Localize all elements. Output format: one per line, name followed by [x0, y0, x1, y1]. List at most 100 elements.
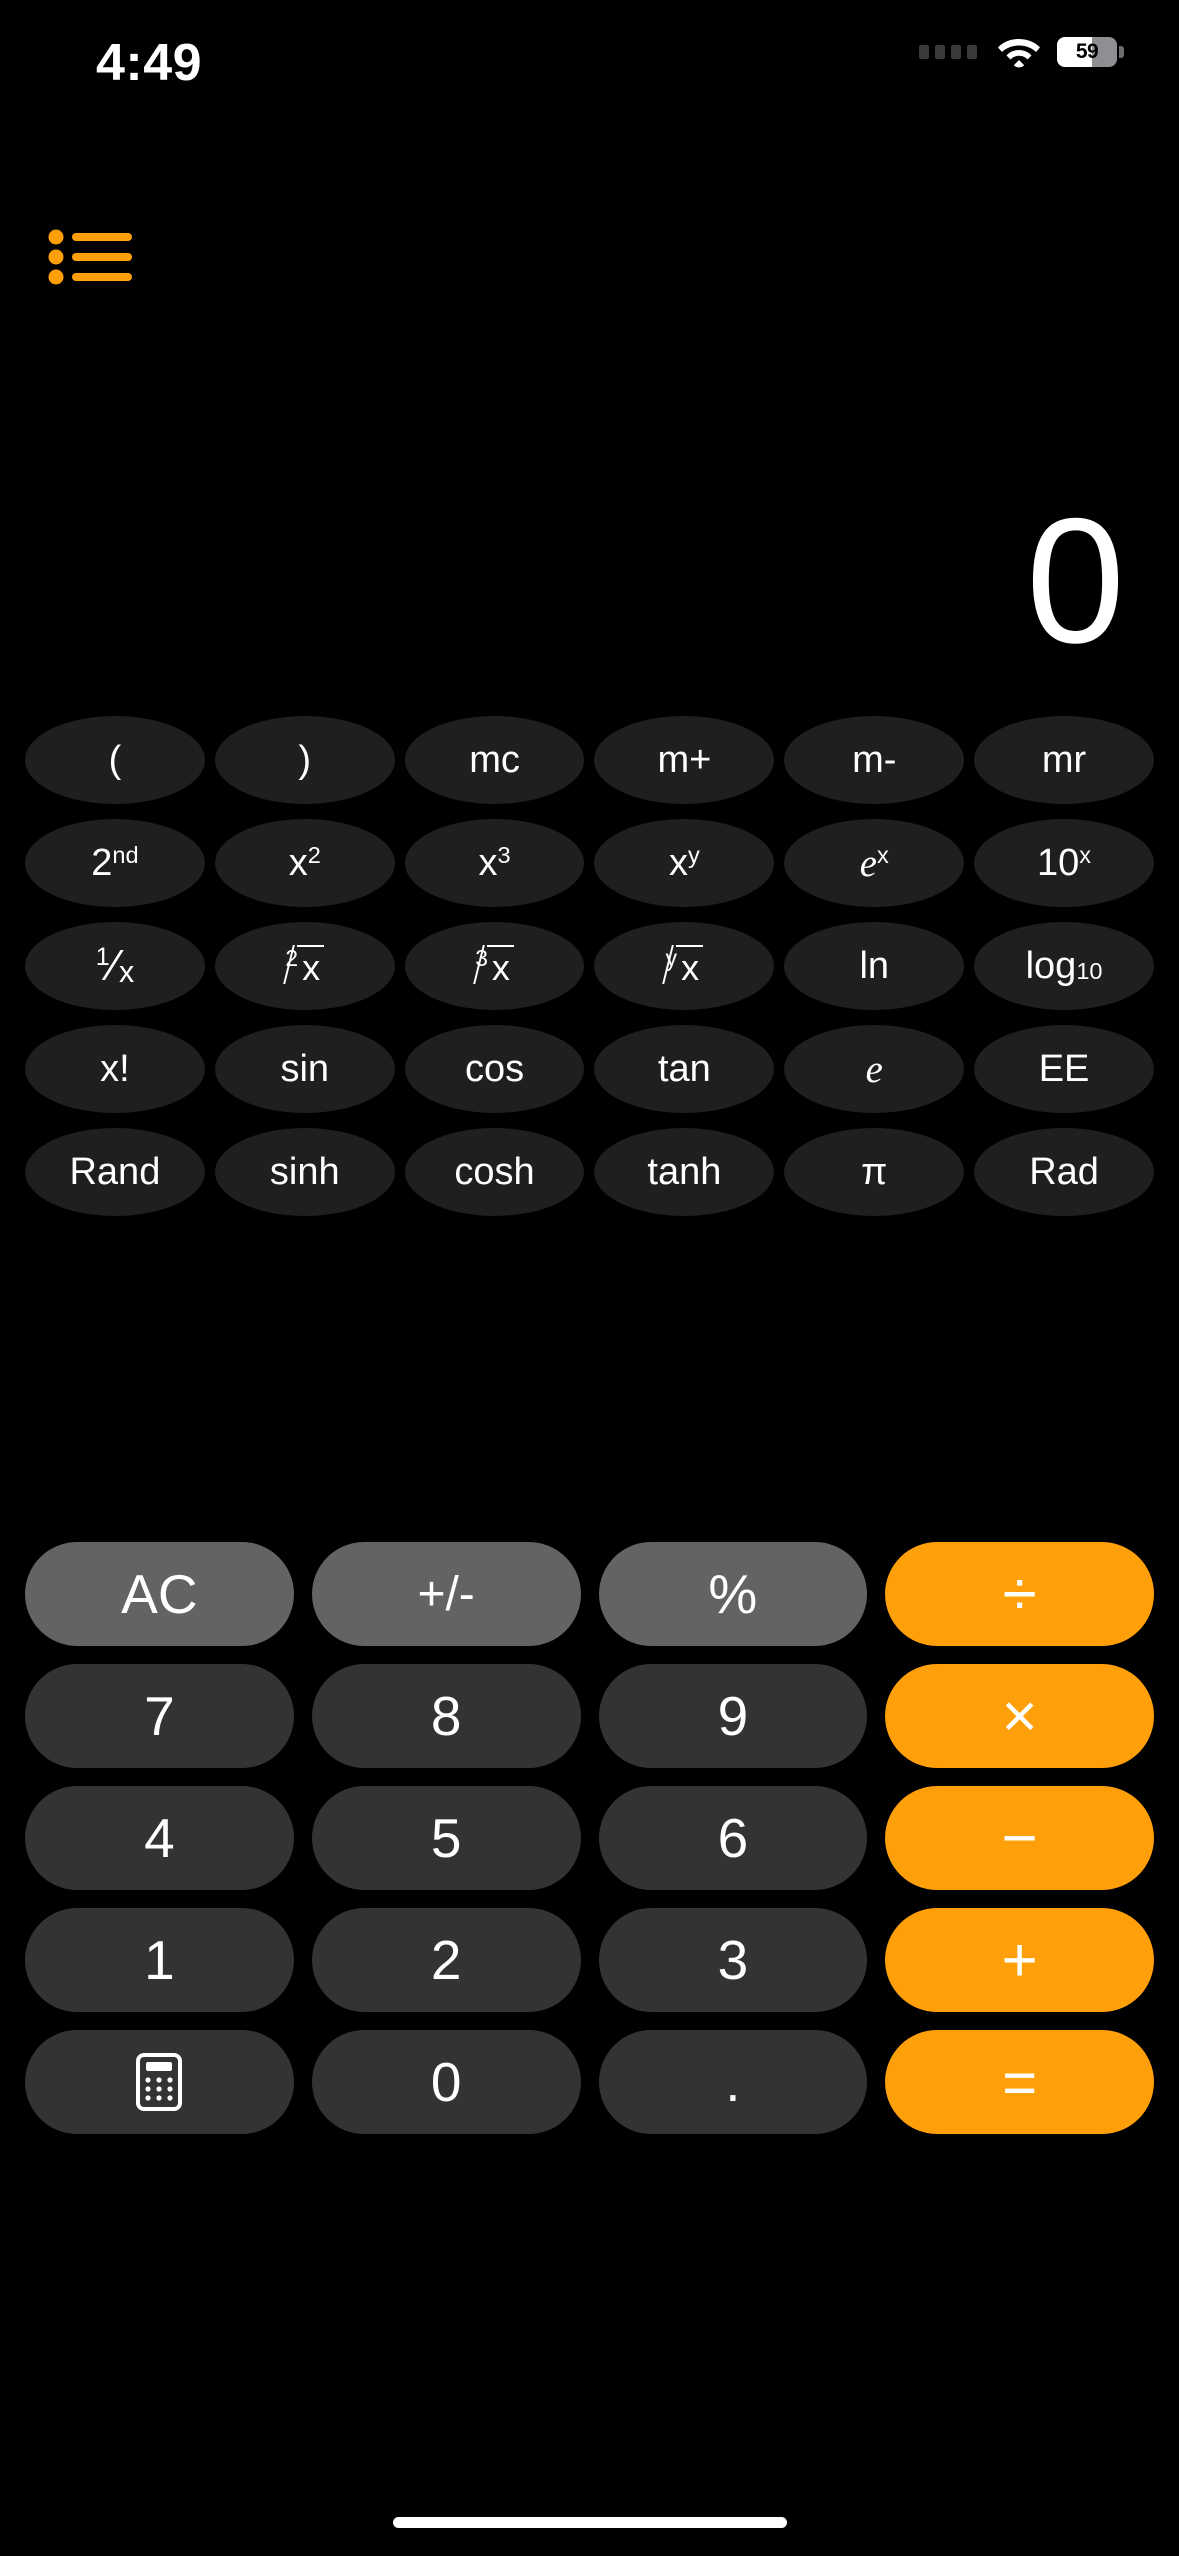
key-label: 7	[144, 1685, 175, 1747]
key-label: =	[1002, 2048, 1038, 2116]
key-label: ÷	[1002, 1559, 1037, 1629]
key-label: 2	[430, 1929, 462, 1991]
key-label: x	[669, 841, 688, 884]
key-nth-root[interactable]: y x	[594, 922, 775, 1010]
keypad-row-functions: AC +/- % ÷	[25, 1542, 1154, 1646]
key-5[interactable]: 5	[311, 1786, 581, 1890]
key-pi[interactable]: π	[784, 1128, 965, 1216]
key-open-paren[interactable]: (	[25, 716, 205, 804]
key-memory-recall[interactable]: mr	[974, 716, 1154, 804]
key-sinh[interactable]: sinh	[214, 1128, 395, 1216]
key-label: sin	[280, 1047, 330, 1090]
key-label: log	[1025, 944, 1077, 987]
key-label: tanh	[647, 1150, 722, 1193]
key-memory-add[interactable]: m+	[594, 716, 775, 804]
key-all-clear[interactable]: AC	[25, 1542, 294, 1646]
key-close-paren[interactable]: )	[214, 716, 395, 804]
key-label: 2	[91, 841, 113, 884]
history-list-icon[interactable]	[48, 222, 140, 292]
key-log-base-10[interactable]: log 10	[974, 922, 1154, 1010]
key-label: .	[725, 2051, 741, 2113]
key-8[interactable]: 8	[311, 1664, 581, 1768]
key-label: (	[108, 738, 122, 781]
key-subtract[interactable]: −	[885, 1786, 1154, 1890]
key-percent[interactable]: %	[598, 1542, 868, 1646]
keypad-row-zero: 0 . =	[25, 2030, 1154, 2134]
key-natural-log[interactable]: ln	[784, 922, 965, 1010]
key-second[interactable]: 2nd	[25, 819, 205, 907]
key-label: 1	[144, 1929, 175, 1991]
key-add[interactable]: +	[885, 1908, 1154, 2012]
key-3[interactable]: 3	[598, 1908, 868, 2012]
key-0[interactable]: 0	[311, 2030, 581, 2134]
key-rad[interactable]: Rad	[974, 1128, 1154, 1216]
radical-glyph: 2 x	[285, 945, 325, 986]
display-value: 0	[1026, 481, 1125, 680]
key-multiply[interactable]: ×	[885, 1664, 1154, 1768]
key-9[interactable]: 9	[598, 1664, 868, 1768]
fraction-glyph: 1 ⁄ x	[96, 941, 134, 991]
key-cosh[interactable]: cosh	[404, 1128, 585, 1216]
key-label: AC	[121, 1563, 198, 1625]
key-label: 5	[430, 1807, 462, 1869]
key-random[interactable]: Rand	[25, 1128, 205, 1216]
key-label: 10	[1037, 841, 1080, 884]
key-label: x!	[100, 1047, 130, 1090]
key-sin[interactable]: sin	[214, 1025, 395, 1113]
key-label: )	[298, 738, 312, 781]
key-label: Rand	[69, 1150, 161, 1193]
radical-glyph: y x	[666, 945, 704, 989]
key-6[interactable]: 6	[598, 1786, 868, 1890]
slash-glyph: ⁄	[110, 941, 118, 990]
key-x-cubed[interactable]: x3	[404, 819, 585, 907]
main-keypad: AC +/- % ÷ 7 8 9 × 4 5 6 − 1 2 3 + 0 . =	[25, 1542, 1154, 2134]
key-equals[interactable]: =	[885, 2030, 1154, 2134]
key-label: m-	[852, 738, 897, 781]
key-label: 0	[430, 2051, 462, 2113]
key-sign-toggle[interactable]: +/-	[311, 1542, 581, 1646]
key-exponent[interactable]: EE	[974, 1025, 1154, 1113]
radical-bar: x	[486, 945, 514, 989]
key-memory-clear[interactable]: mc	[404, 716, 585, 804]
key-label: ln	[859, 944, 890, 987]
key-label: 8	[430, 1685, 462, 1747]
key-divide[interactable]: ÷	[885, 1542, 1154, 1646]
key-1[interactable]: 1	[25, 1908, 294, 2012]
key-ten-power-x[interactable]: 10 x	[974, 819, 1154, 907]
radical-value: x	[491, 947, 510, 989]
key-label: sinh	[269, 1150, 340, 1193]
home-indicator[interactable]	[392, 2517, 787, 2528]
key-factorial[interactable]: x!	[25, 1025, 205, 1113]
key-cos[interactable]: cos	[404, 1025, 585, 1113]
key-tanh[interactable]: tanh	[594, 1128, 775, 1216]
keypad-row-456: 4 5 6 −	[25, 1786, 1154, 1890]
key-decimal[interactable]: .	[598, 2030, 868, 2134]
key-2[interactable]: 2	[311, 1908, 581, 2012]
key-x-power-y[interactable]: xy	[594, 819, 775, 907]
scientific-keypad: ( ) mc m+ m- mr 2nd x2 x3 xy ex 10 x 1 ⁄…	[25, 716, 1154, 1216]
calculator-icon	[136, 2053, 183, 2111]
radical-bar: x	[297, 945, 325, 986]
key-e-power-x[interactable]: ex	[784, 819, 965, 907]
key-square-root[interactable]: 2 x	[214, 922, 395, 1010]
key-calculator-mode[interactable]	[25, 2030, 294, 2134]
key-tan[interactable]: tan	[594, 1025, 775, 1113]
key-reciprocal[interactable]: 1 ⁄ x	[25, 922, 205, 1010]
calculator-display[interactable]: 0	[0, 440, 1125, 680]
keypad-row-789: 7 8 9 ×	[25, 1664, 1154, 1768]
scientific-row-4: x! sin cos tan e EE	[25, 1025, 1154, 1113]
key-4[interactable]: 4	[25, 1786, 294, 1890]
scientific-row-1: ( ) mc m+ m- mr	[25, 716, 1154, 804]
key-label: %	[708, 1563, 758, 1625]
key-7[interactable]: 7	[25, 1664, 294, 1768]
radical-value: x	[681, 947, 700, 989]
key-euler[interactable]: e	[784, 1025, 965, 1113]
key-cube-root[interactable]: 3 x	[404, 922, 585, 1010]
key-x-squared[interactable]: x2	[214, 819, 395, 907]
key-memory-subtract[interactable]: m-	[784, 716, 965, 804]
status-bar-indicators: 59	[919, 36, 1124, 68]
battery-cap	[1119, 46, 1124, 58]
key-label-numerator: 1	[95, 943, 110, 972]
key-label: cos	[465, 1047, 525, 1090]
key-label: e	[865, 1047, 883, 1091]
